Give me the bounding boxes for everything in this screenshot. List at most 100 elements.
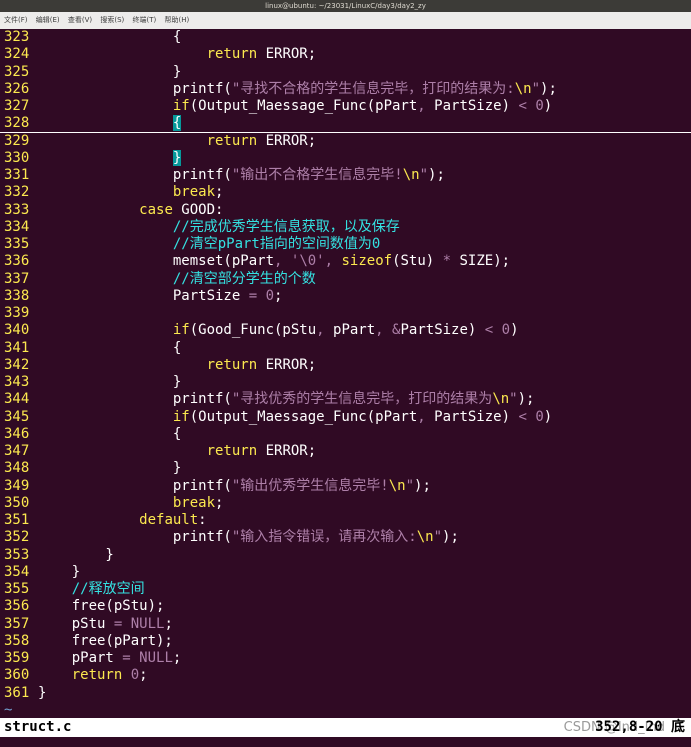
line-number: 344: [4, 391, 30, 408]
code-line[interactable]: 327 if(Output_Maessage_Func(pPart, PartS…: [0, 98, 691, 115]
code-line[interactable]: 330 }: [0, 149, 691, 167]
code-text: break;: [172, 494, 224, 511]
code-text: case GOOD:: [139, 201, 224, 218]
code-text: if(Output_Maessage_Func(pPart, PartSize)…: [172, 98, 553, 114]
code-line[interactable]: 360 return 0;: [0, 667, 691, 684]
code-text: return ERROR;: [206, 356, 317, 373]
menu-bar: 文件(F) 编辑(E) 查看(V) 搜索(S) 终端(T) 帮助(H): [0, 12, 691, 29]
line-number: 347: [4, 443, 30, 459]
line-number: 360: [4, 667, 30, 684]
code-text: printf("输出优秀学生信息完毕!\n");: [38, 477, 431, 494]
code-line[interactable]: 323 {: [0, 29, 691, 46]
code-line[interactable]: 351 default:: [0, 512, 691, 529]
code-line[interactable]: 336 memset(pPart, '\0', sizeof(Stu) * SI…: [0, 253, 691, 270]
code-line[interactable]: 359 pPart = NULL;: [0, 650, 691, 667]
code-line[interactable]: 361}: [0, 685, 691, 702]
line-number: 338: [4, 287, 30, 304]
code-text: printf("寻找不合格的学生信息完毕，打印的结果为:\n");: [38, 80, 557, 97]
code-line[interactable]: 348 }: [0, 460, 691, 477]
code-text: }: [38, 684, 47, 701]
code-text: return ERROR;: [206, 443, 317, 459]
line-number: 342: [4, 356, 30, 373]
line-number: 349: [4, 477, 30, 494]
code-line[interactable]: 358 free(pPart);: [0, 633, 691, 650]
status-position: 352,8-20 底: [595, 718, 685, 737]
code-line[interactable]: 337 //清空部分学生的个数: [0, 271, 691, 288]
code-text: //清空pPart指向的空间数值为0: [172, 236, 381, 252]
line-number: 335: [4, 236, 30, 252]
code-text: if(Good_Func(pStu, pPart, &PartSize) < 0…: [172, 322, 519, 339]
code-text: {: [38, 339, 182, 356]
vim-editor[interactable]: 323 {324 return ERROR; 325 } 326 printf("寻…: [0, 29, 691, 718]
menu-view[interactable]: 查看(V): [68, 16, 92, 24]
code-text: }: [38, 460, 182, 477]
code-text: }: [38, 63, 182, 80]
line-number: 345: [4, 408, 30, 425]
code-line[interactable]: 357 pStu = NULL;: [0, 616, 691, 633]
line-number: 359: [4, 650, 30, 666]
line-number: 323: [4, 29, 30, 45]
code-line[interactable]: 352 printf("输入指令错误，请再次输入:\n");: [0, 529, 691, 546]
menu-edit[interactable]: 编辑(E): [36, 16, 60, 24]
code-line[interactable]: 354 }: [0, 564, 691, 581]
code-line[interactable]: 343 }: [0, 374, 691, 391]
line-number: 354: [4, 563, 30, 580]
line-number: 330: [4, 149, 30, 166]
code-line[interactable]: 356 free(pStu);: [0, 598, 691, 615]
line-number: 328: [4, 115, 30, 132]
code-line[interactable]: 333 case GOOD:: [0, 202, 691, 219]
line-number: 356: [4, 598, 30, 615]
line-number: 357: [4, 615, 30, 632]
code-text: {: [38, 29, 182, 45]
line-number: 336: [4, 253, 30, 270]
terminal-bottom: [0, 737, 691, 747]
scroll-indicator: 底: [671, 719, 685, 735]
code-line[interactable]: 349 printf("输出优秀学生信息完毕!\n");: [0, 478, 691, 495]
code-text: free(pPart);: [38, 632, 173, 649]
code-text: break;: [172, 184, 224, 201]
code-line[interactable]: 332 break;: [0, 184, 691, 201]
line-number: 326: [4, 80, 30, 97]
menu-help[interactable]: 帮助(H): [164, 16, 189, 24]
code-line[interactable]: 340 if(Good_Func(pStu, pPart, &PartSize)…: [0, 322, 691, 339]
code-line[interactable]: 325 }: [0, 64, 691, 81]
menu-terminal[interactable]: 终端(T): [133, 16, 157, 24]
code-line[interactable]: 355 //释放空间: [0, 581, 691, 598]
code-line[interactable]: 324 return ERROR;: [0, 46, 691, 63]
code-line[interactable]: 344 printf("寻找优秀的学生信息完毕，打印的结果为\n");: [0, 391, 691, 408]
code-line[interactable]: 341 {: [0, 340, 691, 357]
code-line[interactable]: 338 PartSize = 0;: [0, 288, 691, 305]
code-line[interactable]: 334 //完成优秀学生信息获取，以及保存: [0, 219, 691, 236]
tilde-marker: ~: [4, 701, 13, 718]
line-number: 329: [4, 132, 30, 149]
line-number: 351: [4, 512, 30, 528]
vim-status-line: struct.c CSDN @Ind_Ind 352,8-20 底: [0, 718, 691, 737]
code-text: if(Output_Maessage_Func(pPart, PartSize)…: [172, 408, 553, 425]
code-line[interactable]: 353 }: [0, 547, 691, 564]
line-number: 352: [4, 529, 30, 546]
code-text: printf("寻找优秀的学生信息完毕，打印的结果为\n");: [38, 391, 535, 408]
menu-file[interactable]: 文件(F): [4, 16, 28, 24]
code-line[interactable]: 347 return ERROR;: [0, 443, 691, 460]
code-line[interactable]: 342 return ERROR;: [0, 357, 691, 374]
code-line[interactable]: 326 printf("寻找不合格的学生信息完毕，打印的结果为:\n");: [0, 81, 691, 98]
menu-search[interactable]: 搜索(S): [100, 16, 124, 24]
code-line[interactable]: 331 printf("输出不合格学生信息完毕!\n");: [0, 167, 691, 184]
code-line[interactable]: 350 break;: [0, 495, 691, 512]
line-number: 339: [4, 305, 30, 321]
line-number: 340: [4, 322, 30, 339]
code-line[interactable]: 335 //清空pPart指向的空间数值为0: [0, 236, 691, 253]
line-number: 327: [4, 98, 30, 114]
code-text: //释放空间: [71, 581, 145, 597]
line-number: 324: [4, 46, 30, 63]
code-text: {: [38, 425, 182, 442]
code-text: }: [38, 546, 114, 563]
code-text: //完成优秀学生信息获取，以及保存: [172, 218, 400, 235]
line-number: 358: [4, 632, 30, 649]
code-line[interactable]: 339: [0, 305, 691, 322]
code-line[interactable]: 328 {: [0, 115, 691, 133]
code-line[interactable]: 345 if(Output_Maessage_Func(pPart, PartS…: [0, 409, 691, 426]
code-line[interactable]: 346 {: [0, 426, 691, 443]
status-filename: struct.c: [4, 719, 72, 735]
code-line[interactable]: 329 return ERROR;: [0, 133, 691, 150]
